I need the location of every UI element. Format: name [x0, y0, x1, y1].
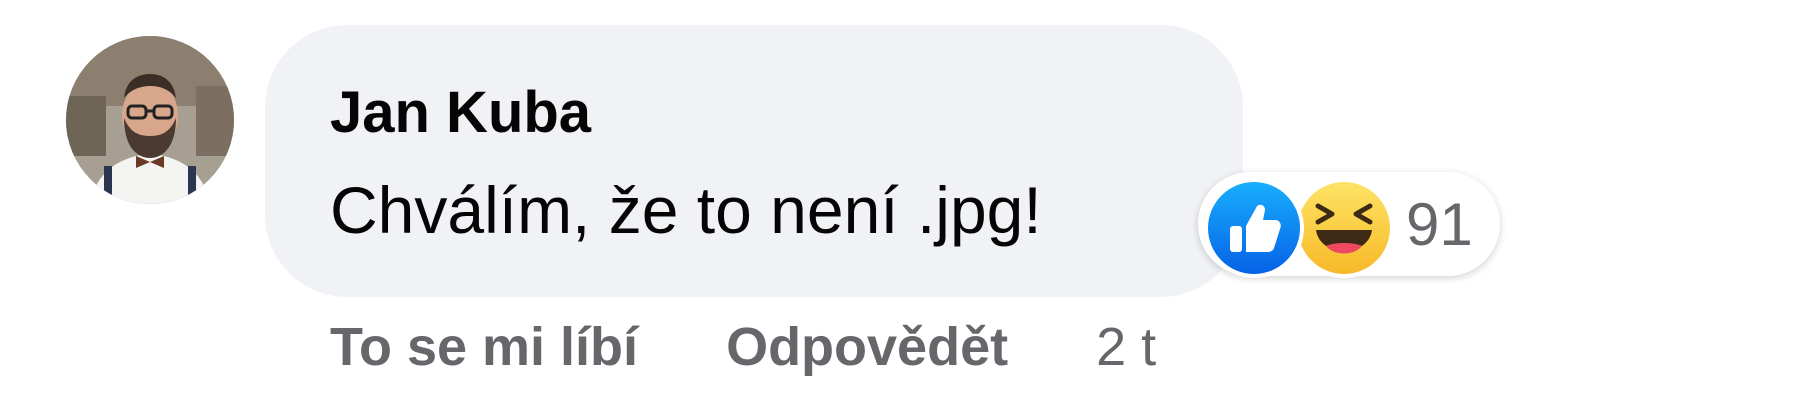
haha-reaction-icon: [1294, 178, 1394, 278]
like-reaction-icon: [1204, 178, 1304, 278]
reply-button[interactable]: Odpovědět: [726, 312, 1008, 382]
comment-text: Chválím, že to není .jpg!: [330, 173, 1042, 247]
avatar[interactable]: [66, 36, 234, 204]
comment-bubble: [265, 25, 1243, 297]
reaction-summary[interactable]: 91: [1198, 172, 1500, 278]
avatar-photo: [66, 36, 234, 204]
comment-timestamp[interactable]: 2 t: [1096, 312, 1156, 382]
reaction-count: 91: [1406, 191, 1473, 258]
comment-actions: To se mi líbí Odpovědět 2 t: [330, 312, 1156, 382]
comment-author[interactable]: Jan Kuba: [330, 78, 591, 148]
comment: Jan Kuba Chválím, že to není .jpg! 91 To…: [0, 0, 1804, 404]
like-button[interactable]: To se mi líbí: [330, 312, 638, 382]
